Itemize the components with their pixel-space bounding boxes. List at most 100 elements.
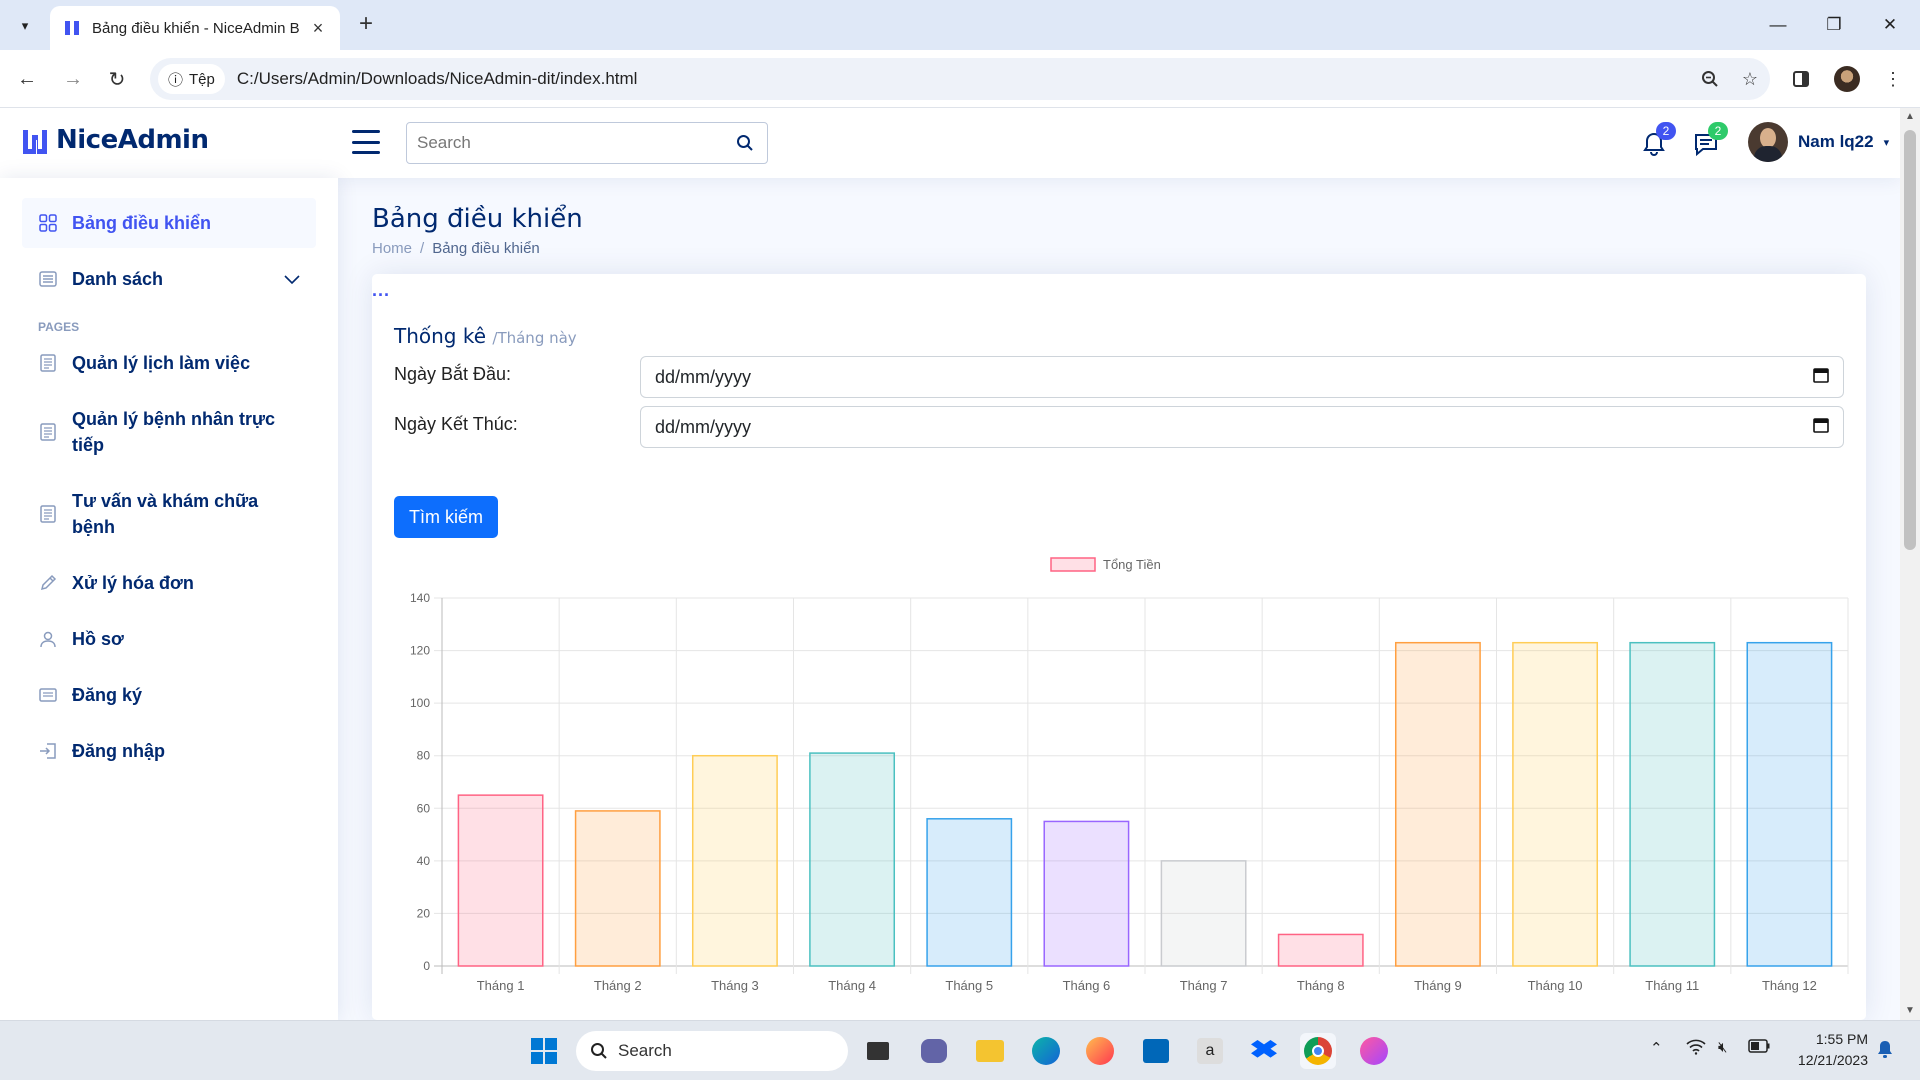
end-date-input[interactable]: dd/mm/yyyy — [640, 406, 1844, 448]
sidebar-item-label: Tư vấn và khám chữa bệnh — [72, 491, 259, 537]
login-icon — [38, 741, 58, 761]
x-tick-label: Tháng 11 — [1645, 978, 1699, 993]
page-viewport: NiceAdmin 2 2 Nam lq22 ▾ — [0, 108, 1920, 1020]
sidebar-item-profile[interactable]: Hồ sơ — [22, 614, 316, 664]
taskbar-search[interactable]: Search — [576, 1031, 848, 1071]
reload-button[interactable]: ↻ — [100, 62, 134, 96]
niceadmin-favicon-icon — [62, 18, 82, 38]
zoom-icon[interactable] — [1690, 59, 1730, 99]
x-tick-label: Tháng 3 — [711, 978, 759, 993]
dropbox-icon[interactable] — [1246, 1033, 1282, 1069]
logo[interactable]: NiceAdmin — [22, 125, 209, 155]
os-taskbar: Search a ⌃ 🔇︎ 1:55 PM 12/21/2023 — [0, 1020, 1920, 1080]
search-icon — [591, 1043, 607, 1059]
profile-avatar-icon[interactable] — [1830, 62, 1864, 96]
avatar — [1748, 122, 1788, 162]
app-header: NiceAdmin 2 2 Nam lq22 ▾ — [0, 108, 1900, 178]
card-title-text: Thống kê — [394, 324, 487, 348]
url-text[interactable]: C:/Users/Admin/Downloads/NiceAdmin-dit/i… — [237, 69, 1690, 89]
back-button[interactable]: ← — [10, 62, 44, 96]
bar — [574, 810, 661, 967]
close-window-button[interactable]: ✕ — [1862, 0, 1918, 50]
bar — [1746, 641, 1833, 967]
start-date-input[interactable]: dd/mm/yyyy — [640, 356, 1844, 398]
sidebar-heading-pages: PAGES — [38, 320, 80, 334]
profile-menu[interactable]: Nam lq22 ▾ — [1748, 122, 1889, 162]
minimize-button[interactable]: — — [1750, 0, 1806, 50]
wifi-icon[interactable] — [1686, 1039, 1706, 1059]
sidebar-item-list[interactable]: Danh sách — [22, 254, 316, 304]
legend-swatch — [1050, 557, 1096, 572]
card-menu-button[interactable]: ... — [372, 280, 390, 301]
wps-office-icon[interactable] — [1356, 1033, 1392, 1069]
microsoft-store-icon[interactable] — [1138, 1033, 1174, 1069]
sidebar-item-schedule[interactable]: Quản lý lịch làm việc — [22, 338, 316, 388]
amazon-icon[interactable]: a — [1192, 1033, 1228, 1069]
sidebar-item-label: Hồ sơ — [72, 629, 124, 649]
teams-chat-icon[interactable] — [916, 1033, 952, 1069]
person-icon — [38, 629, 58, 649]
x-tick-label: Tháng 8 — [1297, 978, 1345, 993]
journal-text-icon — [38, 504, 58, 524]
y-tick-label: 120 — [410, 644, 430, 658]
toggle-sidebar-button[interactable] — [352, 130, 380, 154]
tab-close-icon[interactable]: × — [308, 18, 328, 39]
scroll-thumb[interactable] — [1904, 130, 1916, 550]
sidebar-item-invoices[interactable]: Xử lý hóa đơn — [22, 558, 316, 608]
tray-overflow-icon[interactable]: ⌃ — [1650, 1039, 1663, 1057]
page-title: Bảng điều khiển — [372, 204, 583, 234]
search-button[interactable]: Tìm kiếm — [394, 496, 498, 538]
y-tick-label: 40 — [417, 854, 431, 868]
browser-menu-icon[interactable]: ⋮ — [1876, 62, 1910, 96]
card-subtitle: /Tháng này — [492, 329, 577, 347]
bar-chart-svg: Tổng Tiền 0 20 40 60 80 100 120 140 Tháng 1 Tháng … — [410, 557, 1849, 993]
x-tick-label: Tháng 10 — [1528, 978, 1583, 993]
firefox-icon[interactable] — [1082, 1033, 1118, 1069]
browser-tab[interactable]: Bảng điều khiển - NiceAdmin B × — [50, 6, 340, 50]
volume-muted-icon[interactable]: 🔇︎ — [1718, 1039, 1727, 1056]
windows-start-icon[interactable] — [526, 1033, 562, 1069]
battery-icon[interactable] — [1748, 1039, 1770, 1057]
browser-tab-strip: ▾ Bảng điều khiển - NiceAdmin B × + — ❐ … — [0, 0, 1920, 50]
search-input[interactable] — [417, 133, 723, 153]
end-date-value: dd/mm/yyyy — [655, 416, 752, 437]
search-icon[interactable] — [723, 134, 767, 152]
sidebar-item-login[interactable]: Đăng nhập — [22, 726, 316, 776]
edge-browser-icon[interactable] — [1028, 1033, 1064, 1069]
notifications-badge: 2 — [1656, 122, 1676, 140]
sidebar-item-register[interactable]: Đăng ký — [22, 670, 316, 720]
sidebar-item-patients[interactable]: Quản lý bệnh nhân trực tiếp — [22, 394, 316, 470]
y-tick-label: 100 — [410, 696, 430, 710]
file-explorer-icon[interactable] — [972, 1033, 1008, 1069]
new-tab-button[interactable]: + — [352, 10, 380, 38]
sidebar-item-label: Đăng ký — [72, 685, 143, 705]
task-view-icon[interactable] — [860, 1033, 896, 1069]
clock-time: 1:55 PM — [1815, 1031, 1868, 1047]
calendar-icon[interactable] — [1813, 367, 1829, 388]
restore-button[interactable]: ❐ — [1806, 0, 1862, 50]
tab-search-button[interactable]: ▾ — [12, 13, 38, 39]
bookmark-star-icon[interactable]: ☆ — [1730, 59, 1770, 99]
calendar-icon[interactable] — [1813, 417, 1829, 438]
site-info-chip[interactable]: ⓘ Tệp — [158, 64, 225, 94]
notifications-button[interactable]: 2 — [1638, 122, 1676, 160]
breadcrumb-home[interactable]: Home — [372, 240, 412, 257]
sidebar-item-consulting[interactable]: Tư vấn và khám chữa bệnh — [22, 476, 316, 552]
sidebar-item-dashboard[interactable]: Bảng điều khiển — [22, 198, 316, 248]
page-scrollbar[interactable]: ▲ ▼ — [1900, 108, 1920, 1020]
scroll-up-arrow-icon[interactable]: ▲ — [1900, 108, 1920, 126]
chrome-icon[interactable] — [1300, 1033, 1336, 1069]
side-panel-icon[interactable] — [1784, 62, 1818, 96]
sidebar-item-label: Đăng nhập — [72, 741, 165, 761]
forward-button[interactable]: → — [56, 62, 90, 96]
address-bar[interactable]: ⓘ Tệp C:/Users/Admin/Downloads/NiceAdmin… — [150, 58, 1770, 100]
system-clock[interactable]: 1:55 PM 12/21/2023 — [1788, 1029, 1868, 1071]
clock-date: 12/21/2023 — [1797, 1052, 1868, 1068]
menu-list-icon — [38, 269, 58, 289]
header-search — [406, 122, 768, 164]
y-tick-label: 20 — [417, 906, 431, 920]
bar — [926, 818, 1013, 967]
notification-bell-icon[interactable] — [1876, 1039, 1894, 1063]
messages-button[interactable]: 2 — [1690, 122, 1728, 160]
scroll-down-arrow-icon[interactable]: ▼ — [1900, 1002, 1920, 1020]
